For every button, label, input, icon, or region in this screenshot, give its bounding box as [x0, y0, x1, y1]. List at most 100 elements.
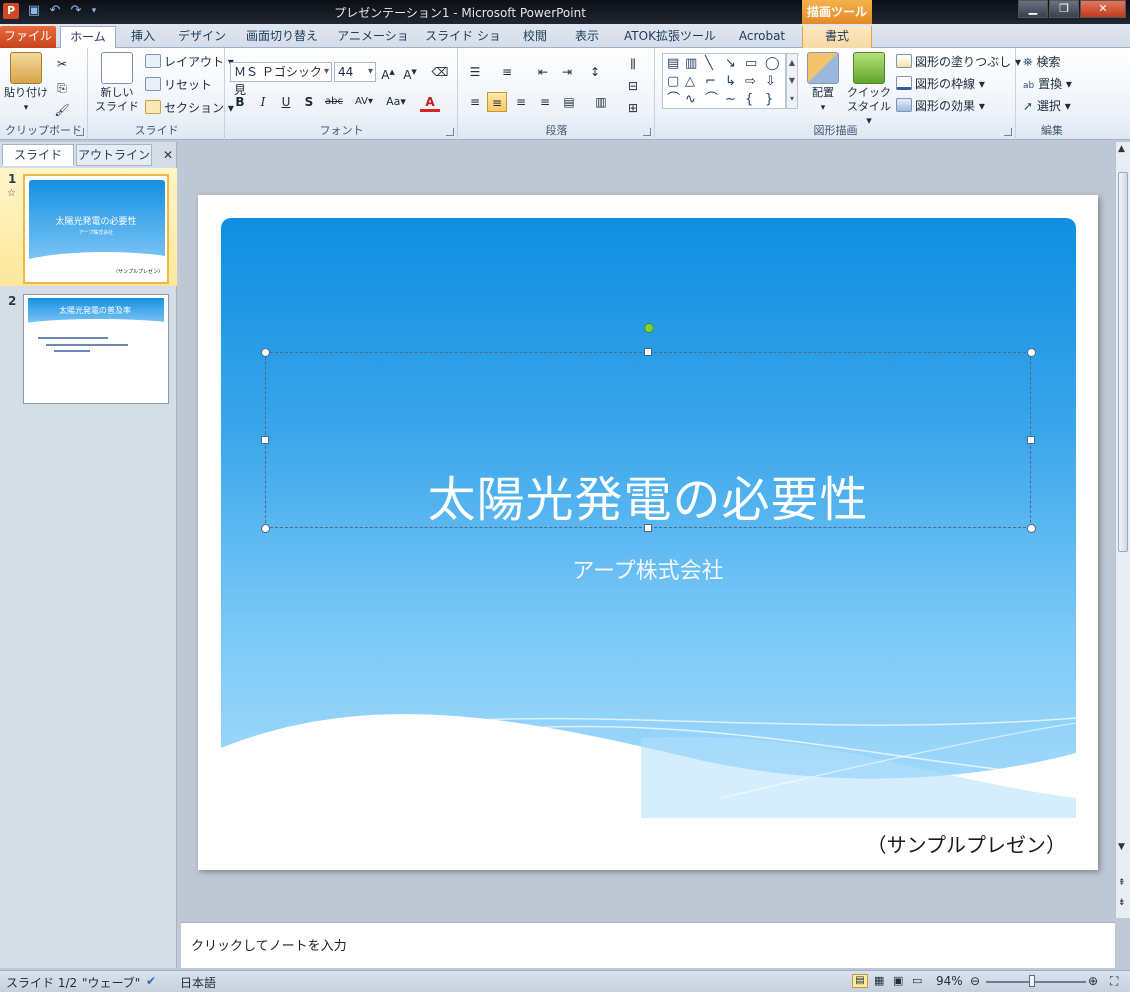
shadow-icon[interactable]: S: [299, 92, 319, 112]
resize-handle-right[interactable]: [1027, 436, 1035, 444]
previous-slide-icon[interactable]: ⇞: [1118, 878, 1126, 888]
char-spacing-icon[interactable]: AV▾: [350, 92, 378, 112]
increase-indent-icon[interactable]: ⇥: [557, 62, 577, 82]
title-placeholder-selection[interactable]: [265, 352, 1031, 528]
select-button[interactable]: ➚ 選択 ▾: [1023, 96, 1071, 116]
align-left-icon[interactable]: ≡: [465, 92, 485, 112]
resize-handle-top-right[interactable]: [1027, 348, 1036, 357]
tab-slideshow[interactable]: スライド ショー: [422, 26, 504, 63]
tab-animations[interactable]: アニメーション: [332, 26, 414, 63]
pane-tab-outline[interactable]: アウトライン: [76, 144, 152, 166]
spellcheck-icon[interactable]: ✔: [146, 974, 156, 988]
right-brace-shape-icon[interactable]: }: [765, 92, 773, 108]
scroll-up-icon[interactable]: ▲: [1118, 144, 1125, 154]
tab-view[interactable]: 表示: [564, 26, 610, 48]
format-painter-icon[interactable]: 🖌: [52, 100, 72, 120]
notes-pane[interactable]: クリックしてノートを入力: [181, 922, 1115, 968]
slide-subtitle[interactable]: アープ株式会社: [198, 553, 1098, 585]
shape-outline-button[interactable]: 図形の枠線 ▾: [896, 74, 985, 94]
font-color-icon[interactable]: A: [420, 92, 440, 112]
rotation-handle[interactable]: [644, 323, 654, 333]
next-slide-icon[interactable]: ⇟: [1118, 898, 1126, 908]
left-brace-shape-icon[interactable]: {: [745, 92, 753, 108]
line-shape-icon[interactable]: ╲: [705, 56, 713, 72]
right-arrow-shape-icon[interactable]: ⇨: [745, 74, 756, 90]
tab-acrobat[interactable]: Acrobat: [730, 26, 794, 48]
minimize-button[interactable]: ▁: [1018, 0, 1048, 18]
change-case-icon[interactable]: Aa▾: [382, 92, 410, 112]
slide-sorter-icon[interactable]: ▦: [874, 974, 884, 987]
columns-icon[interactable]: ▥: [591, 92, 611, 112]
font-launcher[interactable]: [446, 128, 454, 136]
text-direction-icon[interactable]: ⫼: [623, 54, 643, 74]
tab-insert[interactable]: 挿入: [122, 26, 164, 48]
curve-shape-icon[interactable]: ∿: [685, 92, 696, 108]
align-right-icon[interactable]: ≡: [511, 92, 531, 112]
layout-button[interactable]: レイアウト ▾: [145, 52, 234, 72]
textbox-shape-icon[interactable]: ▤: [667, 56, 679, 72]
clipboard-launcher[interactable]: [76, 128, 84, 136]
tab-transitions[interactable]: 画面切り替え: [240, 26, 324, 48]
rectangle-shape-icon[interactable]: ▭: [745, 56, 757, 72]
freeform-shape-icon[interactable]: ⌒: [667, 92, 680, 108]
smartart-icon[interactable]: ⊞: [623, 98, 643, 118]
slide-footer-text[interactable]: （サンプルプレゼン）: [867, 829, 1066, 858]
paragraph-launcher[interactable]: [643, 128, 651, 136]
find-button[interactable]: ⛯ 検索: [1023, 52, 1060, 72]
new-slide-button[interactable]: 新しい スライド: [93, 52, 141, 114]
copy-icon[interactable]: ⎘: [52, 78, 72, 98]
decrease-indent-icon[interactable]: ⇤: [533, 62, 553, 82]
fit-to-window-icon[interactable]: ⛶: [1110, 974, 1118, 989]
tab-home[interactable]: ホーム: [60, 26, 116, 49]
tab-design[interactable]: デザイン: [172, 26, 232, 48]
triangle-shape-icon[interactable]: △: [685, 74, 695, 90]
rounded-rect-shape-icon[interactable]: ▢: [667, 74, 679, 90]
resize-handle-left[interactable]: [261, 436, 269, 444]
vertical-scrollbar[interactable]: ▲ ▼ ⇞ ⇟: [1115, 142, 1130, 918]
notes-placeholder[interactable]: クリックしてノートを入力: [191, 935, 347, 954]
scroll-down-icon[interactable]: ▼: [1118, 842, 1125, 852]
pane-tab-slides[interactable]: スライド: [2, 144, 74, 166]
numbering-icon[interactable]: ≡: [497, 62, 517, 82]
align-center-icon[interactable]: ≡: [487, 92, 507, 112]
font-size-combo[interactable]: 44: [334, 62, 376, 82]
grow-font-icon[interactable]: A▲: [378, 62, 398, 82]
tab-file[interactable]: ファイル: [0, 26, 56, 48]
zoom-slider-knob[interactable]: [1029, 975, 1035, 987]
close-button[interactable]: ✕: [1080, 0, 1126, 18]
resize-handle-top-left[interactable]: [261, 348, 270, 357]
shape-effects-button[interactable]: 図形の効果 ▾: [896, 96, 985, 116]
quick-styles-button[interactable]: クイック スタイル ▾: [844, 52, 894, 128]
slide-thumbnail-row-2[interactable]: 2 太陽光発電の普及率: [0, 290, 177, 406]
slide-canvas[interactable]: 太陽光発電の必要性 アープ株式会社 （サンプルプレゼン）: [198, 195, 1098, 870]
justify-icon[interactable]: ≡: [535, 92, 555, 112]
clear-formatting-icon[interactable]: ⌫: [430, 62, 450, 82]
zoom-out-icon[interactable]: ⊖: [970, 974, 980, 988]
italic-icon[interactable]: I: [253, 92, 273, 112]
line-spacing-icon[interactable]: ↕: [585, 62, 605, 82]
resize-handle-top[interactable]: [644, 348, 652, 356]
resize-handle-bottom[interactable]: [644, 524, 652, 532]
strikethrough-icon[interactable]: abc: [322, 92, 346, 112]
shrink-font-icon[interactable]: A▼: [400, 62, 420, 82]
vertical-textbox-shape-icon[interactable]: ▥: [685, 56, 697, 72]
bullets-icon[interactable]: ☰: [465, 62, 485, 82]
pane-close-icon[interactable]: ✕: [163, 148, 173, 162]
shapes-gallery-scroll[interactable]: ▲ ▼ ▾: [786, 53, 798, 109]
arc-shape-icon[interactable]: ⌒: [705, 92, 718, 108]
font-name-combo[interactable]: ＭＳ Ｐゴシック 見: [230, 62, 332, 97]
tab-format[interactable]: 書式: [802, 26, 872, 48]
slide-thumbnail-row-1[interactable]: 1 ☆ 太陽光発電の必要性 アープ株式会社 （サンプルプレゼン）: [0, 168, 177, 286]
section-button[interactable]: セクション ▾: [145, 98, 234, 118]
reset-button[interactable]: リセット: [145, 75, 212, 95]
shape-fill-button[interactable]: 図形の塗りつぶし ▾: [896, 52, 1021, 72]
slide-thumbnail-1[interactable]: 太陽光発電の必要性 アープ株式会社 （サンプルプレゼン）: [23, 174, 169, 284]
distribute-icon[interactable]: ▤: [559, 92, 579, 112]
bold-icon[interactable]: B: [230, 92, 250, 112]
underline-icon[interactable]: U: [276, 92, 296, 112]
cut-icon[interactable]: ✂: [52, 54, 72, 74]
tab-atok[interactable]: ATOK拡張ツール: [618, 26, 722, 48]
zoom-slider[interactable]: [986, 981, 1086, 983]
arrange-button[interactable]: 配置 ▾: [802, 52, 844, 115]
align-text-icon[interactable]: ⊟: [623, 76, 643, 96]
